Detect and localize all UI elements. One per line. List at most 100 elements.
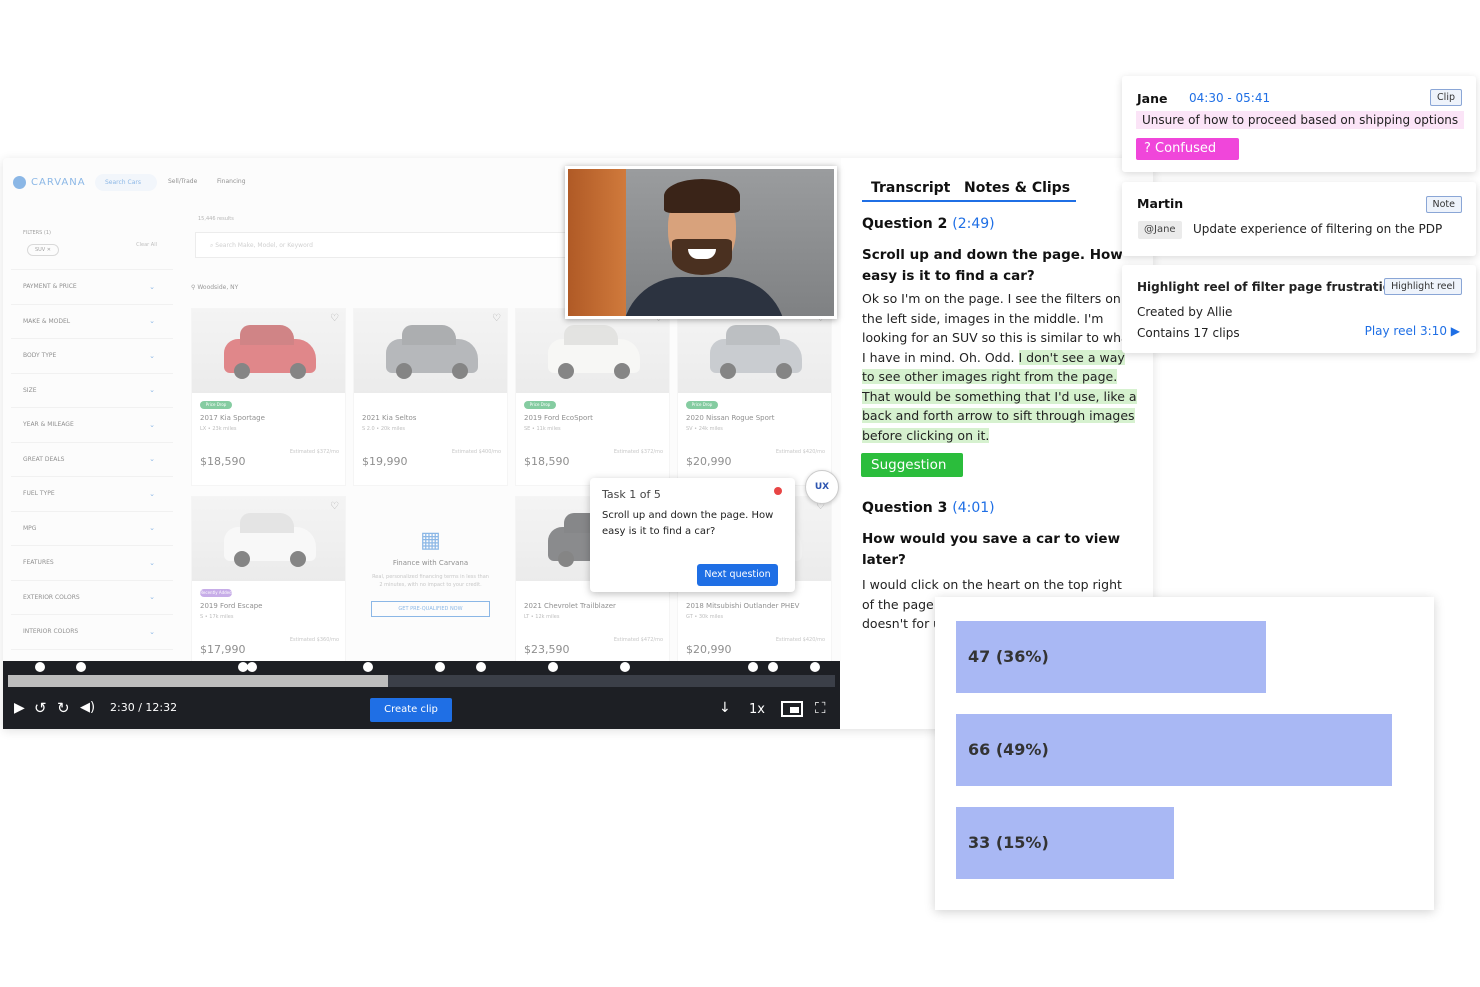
question-2-label: Question 2 <box>862 216 948 232</box>
highlight-reel-card[interactable]: Highlight reel of filter page frustratio… <box>1122 265 1476 353</box>
reel-clip-count: Contains 17 clips <box>1137 326 1240 340</box>
download-icon[interactable]: ↓ <box>719 700 731 716</box>
question-3-time[interactable]: (4:01) <box>952 500 994 516</box>
filter-label: BODY TYPE <box>23 352 57 360</box>
timeline-marker[interactable] <box>810 662 820 672</box>
car-details: S 2.0 • 20k miles <box>362 426 406 432</box>
heart-icon: ♡ <box>330 313 339 324</box>
timeline-marker[interactable] <box>363 662 373 672</box>
logo-text: CARVANA <box>31 177 86 188</box>
carvana-logo-icon <box>13 176 26 189</box>
chevron-down-icon: ⌄ <box>149 558 155 567</box>
tab-notes-clips[interactable]: Notes & Clips <box>964 180 1070 196</box>
filter-label: SIZE <box>23 386 37 394</box>
wheel <box>558 551 574 567</box>
filter-sidebar: FILTERS (1) Clear All SUV ✕ PAYMENT & PR… <box>11 218 173 650</box>
search-cars-pill: Search Cars <box>95 174 157 191</box>
clip-description: Unsure of how to proceed based on shippi… <box>1136 111 1465 129</box>
task-question: Scroll up and down the page. How easy is… <box>602 510 774 537</box>
car-estimate: Estimated $472/mo <box>613 637 663 643</box>
filter-row: YEAR & MILEAGE ⌄ <box>11 408 173 443</box>
heart-icon: ♡ <box>330 501 339 512</box>
play-icon[interactable]: ▶ <box>14 700 25 716</box>
car-price: $17,990 <box>200 643 246 656</box>
location-text: Woodside, NY <box>197 284 239 291</box>
timeline-marker[interactable] <box>35 662 45 672</box>
rewind-icon[interactable]: ↺ <box>34 700 47 716</box>
timeline-marker[interactable] <box>748 662 758 672</box>
wheel <box>614 363 630 379</box>
car-details: S • 17k miles <box>200 614 234 620</box>
car-shape <box>548 339 640 379</box>
car-image: ♡ <box>192 497 345 581</box>
car-estimate: Estimated $420/mo <box>775 637 825 643</box>
wheel <box>290 363 306 379</box>
question-2-time[interactable]: (2:49) <box>952 216 994 232</box>
timeline-marker[interactable] <box>247 662 257 672</box>
nav-sell-trade: Sell/Trade <box>168 178 198 185</box>
clip-time-range[interactable]: 04:30 - 05:41 <box>1189 91 1270 105</box>
filter-row: MPG ⌄ <box>11 512 173 546</box>
wheel <box>234 551 250 567</box>
webcam-wall-left <box>568 169 626 316</box>
timeline-marker[interactable] <box>435 662 445 672</box>
mention-chip[interactable]: @Jane <box>1138 221 1182 239</box>
filter-label: YEAR & MILEAGE <box>23 421 74 429</box>
car-image: ♡ <box>192 309 345 393</box>
clip-card[interactable]: Jane 04:30 - 05:41 Clip Unsure of how to… <box>1122 76 1476 172</box>
transcript-tabs: Transcript Notes & Clips <box>862 180 1076 202</box>
timeline-marker[interactable] <box>768 662 778 672</box>
result-bar: 47 (36%) <box>956 621 1267 693</box>
progress-track[interactable] <box>8 675 835 687</box>
filter-row: INTERIOR COLORS ⌄ <box>11 615 173 650</box>
chevron-down-icon: ⌄ <box>149 524 155 533</box>
prequalify-button: GET PRE-QUALIFIED NOW <box>371 601 490 617</box>
location: ⚲ Woodside, NY <box>191 284 239 291</box>
wheel <box>396 363 412 379</box>
car-tag: Price Drop <box>200 401 232 409</box>
reel-title: Highlight reel of filter page frustratio… <box>1137 280 1407 294</box>
car-name: 2020 Nissan Rogue Sport <box>686 414 775 422</box>
task-popup: Task 1 of 5 Scroll up and down the page.… <box>590 478 795 592</box>
tab-transcript[interactable]: Transcript <box>871 180 950 196</box>
results-count: 15,446 results <box>198 216 234 222</box>
create-clip-button[interactable]: Create clip <box>370 698 452 722</box>
car-price: $20,990 <box>686 643 732 656</box>
car-card: ♡ Recently Added 2019 Ford Escape S • 17k m… <box>191 496 346 661</box>
timeline-marker[interactable] <box>76 662 86 672</box>
recording-dot-icon <box>774 487 782 495</box>
timeline-marker[interactable] <box>548 662 558 672</box>
chevron-down-icon: ⌄ <box>149 593 155 602</box>
picture-in-picture-icon[interactable] <box>781 701 803 717</box>
playback-speed[interactable]: 1x <box>749 702 765 717</box>
car-name: 2021 Chevrolet Trailblazer <box>524 602 616 610</box>
car-details: GT • 30k miles <box>686 614 724 620</box>
fullscreen-icon[interactable]: ⛶ <box>815 700 826 716</box>
result-bar-label: 33 (15%) <box>968 833 1049 852</box>
car-estimate: Estimated $420/mo <box>775 449 825 455</box>
volume-icon[interactable]: ◀) <box>80 700 95 716</box>
chevron-down-icon: ⌄ <box>149 627 155 636</box>
filter-label: FEATURES <box>23 559 54 567</box>
car-price: $18,590 <box>524 455 570 468</box>
car-tag: Price Drop <box>686 401 718 409</box>
filter-row: FEATURES ⌄ <box>11 546 173 581</box>
heart-icon: ♡ <box>492 313 501 324</box>
suggestion-tag: Suggestion <box>861 453 963 477</box>
website-search-box: ⌕ Search Make, Model, or Keyword <box>195 232 575 258</box>
filter-row: GREAT DEALS ⌄ <box>11 443 173 477</box>
next-question-button[interactable]: Next question <box>697 564 778 586</box>
chevron-down-icon: ⌄ <box>149 317 155 326</box>
wheel <box>290 551 306 567</box>
filter-list: PAYMENT & PRICE ⌄ MAKE & MODEL ⌄ BODY TYPE ⌄ S… <box>11 270 173 650</box>
finance-subtitle: Real, personalized financing terms in le… <box>372 574 489 588</box>
timeline-marker[interactable] <box>620 662 630 672</box>
forward-icon[interactable]: ↻ <box>57 700 70 716</box>
chevron-down-icon: ⌄ <box>149 351 155 360</box>
ux-badge[interactable]: UX <box>805 470 839 504</box>
play-reel-link[interactable]: Play reel 3:10 ▶ <box>1365 324 1460 338</box>
filter-label: EXTERIOR COLORS <box>23 593 80 601</box>
note-card[interactable]: Martin Note @Jane Update experience of f… <box>1122 182 1476 256</box>
timeline-marker[interactable] <box>476 662 486 672</box>
filter-label: MAKE & MODEL <box>23 317 71 325</box>
